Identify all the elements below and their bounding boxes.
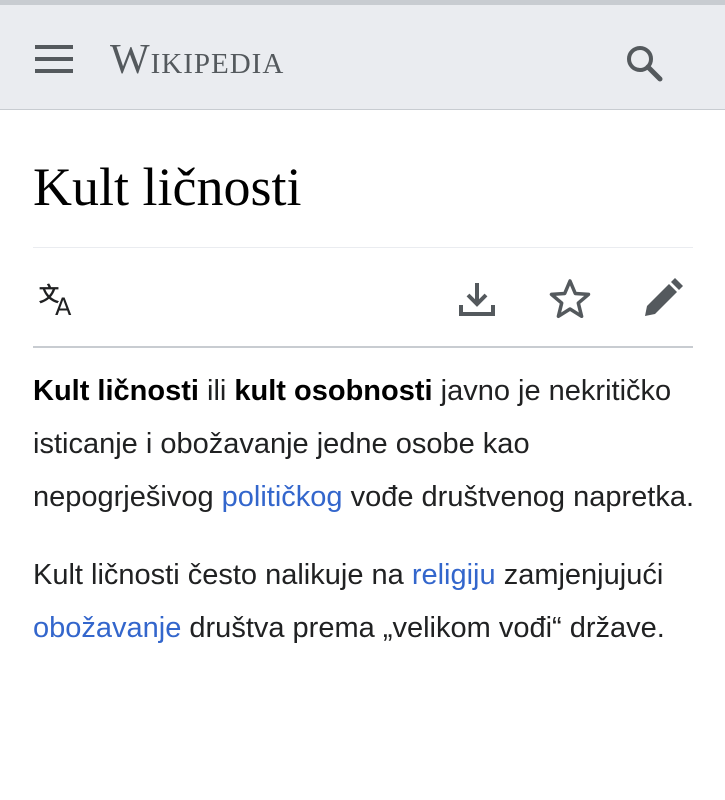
article-content: Kult ličnosti ili kult osobnosti javno j… bbox=[33, 365, 698, 680]
link-politickog[interactable]: političkog bbox=[222, 481, 343, 513]
star-icon[interactable] bbox=[546, 275, 594, 323]
text: Kult ličnosti često nalikuje na bbox=[33, 559, 412, 591]
svg-text:A: A bbox=[55, 293, 72, 319]
title-divider bbox=[33, 247, 693, 248]
search-icon[interactable] bbox=[620, 39, 668, 87]
text: zamjenjujući bbox=[495, 559, 664, 591]
pencil-icon[interactable] bbox=[638, 275, 686, 323]
text: ili bbox=[198, 375, 235, 407]
text: vođe društvenog napretka. bbox=[342, 481, 695, 513]
toolbar-divider bbox=[33, 346, 693, 348]
download-icon[interactable] bbox=[453, 275, 501, 323]
link-religiju[interactable]: religiju bbox=[412, 559, 496, 591]
text: društva prema „velikom vođi“ države. bbox=[181, 612, 665, 644]
header-bar: Wikipedia bbox=[0, 0, 725, 110]
paragraph-2: Kult ličnosti često nalikuje na religiju… bbox=[33, 549, 698, 655]
page-title: Kult ličnosti bbox=[33, 157, 302, 217]
paragraph-1: Kult ličnosti ili kult osobnosti javno j… bbox=[33, 365, 698, 524]
language-icon[interactable]: 文 A bbox=[37, 275, 85, 323]
bold-term: kult osobnosti bbox=[234, 375, 433, 407]
hamburger-menu-icon[interactable] bbox=[30, 35, 78, 83]
link-obozavanje[interactable]: obožavanje bbox=[33, 612, 181, 644]
wikipedia-logo[interactable]: Wikipedia bbox=[110, 35, 284, 85]
bold-term: Kult ličnosti bbox=[33, 375, 199, 407]
